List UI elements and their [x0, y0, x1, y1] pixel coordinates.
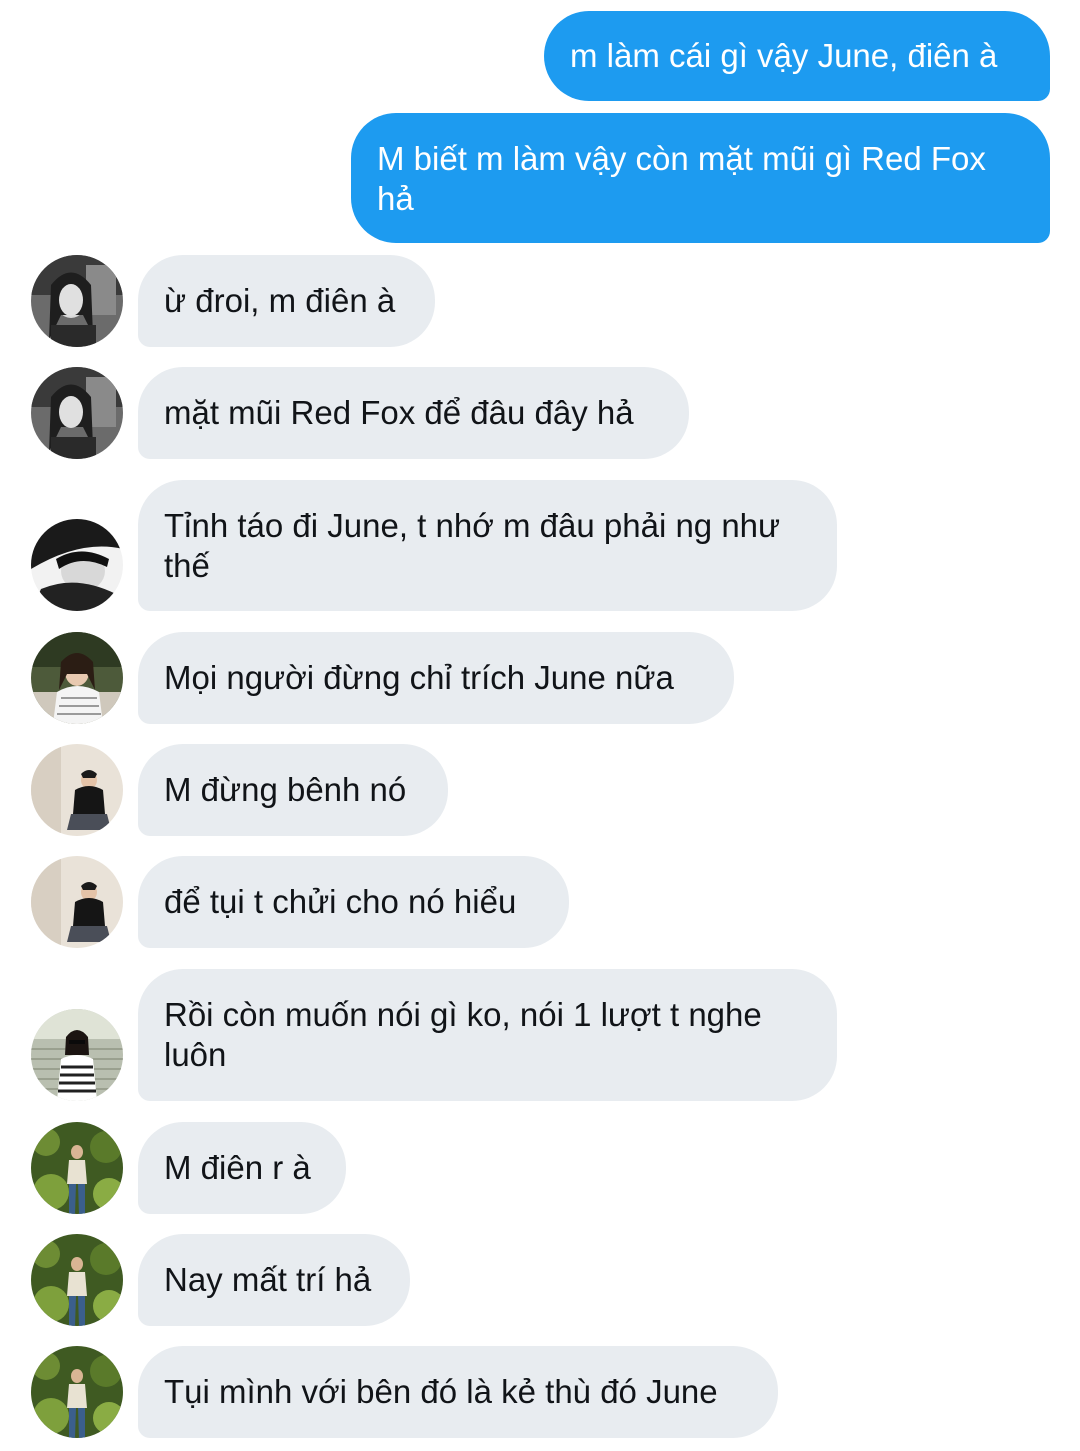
message-text: để tụi t chửi cho nó hiểu — [164, 883, 517, 920]
avatar-boy-garden[interactable] — [31, 1234, 123, 1326]
avatar-girl-cafe[interactable] — [31, 632, 123, 724]
avatar-image — [31, 744, 123, 836]
avatar-boy-sitting[interactable] — [31, 744, 123, 836]
avatar-image — [31, 1009, 123, 1101]
message-text: Rồi còn muốn nói gì ko, nói 1 lượt t ngh… — [164, 996, 762, 1073]
incoming-message-bubble[interactable]: M đừng bênh nó — [138, 744, 448, 836]
message-text: Nay mất trí hả — [164, 1261, 372, 1298]
incoming-message-bubble[interactable]: M điên r à — [138, 1122, 346, 1214]
message-text: M điên r à — [164, 1149, 311, 1186]
avatar-girl-stairs[interactable] — [31, 1009, 123, 1101]
outgoing-message-bubble[interactable]: M biết m làm vậy còn mặt mũi gì Red Fox … — [351, 113, 1050, 243]
avatar-image — [31, 255, 123, 347]
avatar-boy-cap[interactable] — [31, 519, 123, 611]
message-text: M đừng bênh nó — [164, 771, 407, 808]
avatar-image — [31, 367, 123, 459]
avatar-image — [31, 632, 123, 724]
outgoing-message-bubble[interactable]: m làm cái gì vậy June, điên à — [544, 11, 1050, 101]
avatar-boy-garden[interactable] — [31, 1346, 123, 1438]
avatar-image — [31, 1346, 123, 1438]
message-text: ừ đroi, m điên à — [164, 282, 396, 319]
avatar-image — [31, 519, 123, 611]
message-text: Tỉnh táo đi June, t nhớ m đâu phải ng nh… — [164, 507, 781, 584]
incoming-message-bubble[interactable]: Nay mất trí hả — [138, 1234, 410, 1326]
incoming-message-bubble[interactable]: Mọi người đừng chỉ trích June nữa — [138, 632, 734, 724]
incoming-message-bubble[interactable]: Rồi còn muốn nói gì ko, nói 1 lượt t ngh… — [138, 969, 837, 1101]
incoming-message-bubble[interactable]: để tụi t chửi cho nó hiểu — [138, 856, 569, 948]
message-text: mặt mũi Red Fox để đâu đây hả — [164, 394, 634, 431]
avatar-boy-garden[interactable] — [31, 1122, 123, 1214]
incoming-message-bubble[interactable]: Tỉnh táo đi June, t nhớ m đâu phải ng nh… — [138, 480, 837, 611]
message-text: Mọi người đừng chỉ trích June nữa — [164, 659, 674, 696]
message-thread: m làm cái gì vậy June, điên à M biết m l… — [0, 0, 1080, 1451]
avatar-image — [31, 1122, 123, 1214]
avatar-image — [31, 1234, 123, 1326]
message-text: m làm cái gì vậy June, điên à — [570, 37, 998, 74]
avatar-girl-bw[interactable] — [31, 255, 123, 347]
avatar-girl-bw[interactable] — [31, 367, 123, 459]
incoming-message-bubble[interactable]: mặt mũi Red Fox để đâu đây hả — [138, 367, 689, 459]
avatar-boy-sitting[interactable] — [31, 856, 123, 948]
incoming-message-bubble[interactable]: ừ đroi, m điên à — [138, 255, 435, 347]
avatar-image — [31, 856, 123, 948]
incoming-message-bubble[interactable]: Tụi mình với bên đó là kẻ thù đó June — [138, 1346, 778, 1438]
message-text: M biết m làm vậy còn mặt mũi gì Red Fox … — [377, 140, 986, 217]
message-text: Tụi mình với bên đó là kẻ thù đó June — [164, 1373, 718, 1410]
